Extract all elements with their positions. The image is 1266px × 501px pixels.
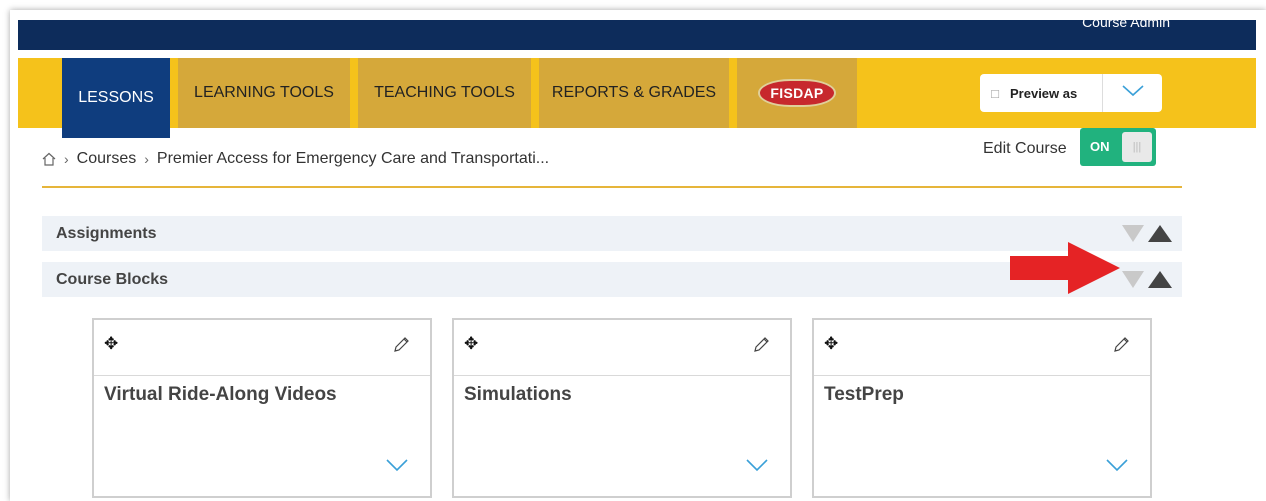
edit-course-label: Edit Course — [983, 140, 1067, 157]
tab-lessons[interactable]: LESSONS — [62, 58, 170, 138]
pencil-icon[interactable] — [1112, 336, 1130, 354]
home-icon[interactable] — [42, 152, 56, 166]
card-header: ✥ — [814, 320, 1150, 376]
tab-reports-grades[interactable]: REPORTS & GRADES — [539, 58, 729, 128]
pencil-icon[interactable] — [752, 336, 770, 354]
preview-as-dropdown[interactable]: □ Preview as — [980, 74, 1162, 112]
pencil-icon[interactable] — [392, 336, 410, 354]
course-admin-label[interactable]: Course Admin — [1082, 12, 1170, 32]
preview-icon: □ — [991, 85, 999, 101]
breadcrumb-course: Premier Access for Emergency Care and Tr… — [156, 150, 550, 167]
edit-course-toggle[interactable]: ON ||| — [1080, 128, 1156, 166]
toggle-on-label: ON — [1090, 139, 1110, 154]
breadcrumb-courses[interactable]: Courses — [77, 150, 137, 168]
card-title: Virtual Ride-Along Videos — [104, 384, 337, 405]
breadcrumb-separator: › — [144, 151, 149, 167]
section-title: Course Blocks — [56, 270, 169, 288]
course-block-card[interactable]: ✥ TestPrep — [812, 318, 1152, 498]
course-block-card[interactable]: ✥ Simulations — [452, 318, 792, 498]
move-up-icon[interactable] — [1148, 225, 1172, 242]
top-bar: Course Admin — [18, 14, 1256, 50]
chevron-down-icon[interactable] — [1106, 458, 1128, 472]
chevron-down-icon[interactable] — [1103, 84, 1162, 102]
card-header: ✥ — [94, 320, 430, 376]
course-block-card[interactable]: ✥ Virtual Ride-Along Videos — [92, 318, 432, 498]
move-up-icon[interactable] — [1148, 271, 1172, 288]
move-icon[interactable]: ✥ — [824, 334, 838, 354]
move-icon[interactable]: ✥ — [464, 334, 478, 354]
breadcrumb-divider — [42, 186, 1182, 188]
breadcrumb-separator: › — [64, 151, 69, 167]
card-title: Simulations — [464, 384, 572, 405]
move-icon[interactable]: ✥ — [104, 334, 118, 354]
chevron-down-icon[interactable] — [746, 458, 768, 472]
tab-teaching-tools[interactable]: TEACHING TOOLS — [358, 58, 531, 128]
preview-as-label: Preview as — [1010, 85, 1078, 101]
card-header: ✥ — [454, 320, 790, 376]
toggle-knob[interactable]: ||| — [1122, 132, 1152, 162]
chevron-down-icon[interactable] — [386, 458, 408, 472]
move-down-icon[interactable] — [1122, 225, 1144, 242]
tab-learning-tools[interactable]: LEARNING TOOLS — [178, 58, 350, 128]
fisdap-logo: FISDAP — [758, 79, 836, 107]
section-title: Assignments — [56, 224, 157, 242]
red-arrow-annotation — [1010, 242, 1120, 294]
move-down-icon[interactable] — [1122, 271, 1144, 288]
main-nav: LESSONS LEARNING TOOLS TEACHING TOOLS RE… — [18, 58, 1256, 138]
breadcrumb: › Courses › Premier Access for Emergency… — [42, 150, 549, 168]
card-title: TestPrep — [824, 384, 904, 405]
tab-fisdap[interactable]: FISDAP — [737, 58, 857, 128]
